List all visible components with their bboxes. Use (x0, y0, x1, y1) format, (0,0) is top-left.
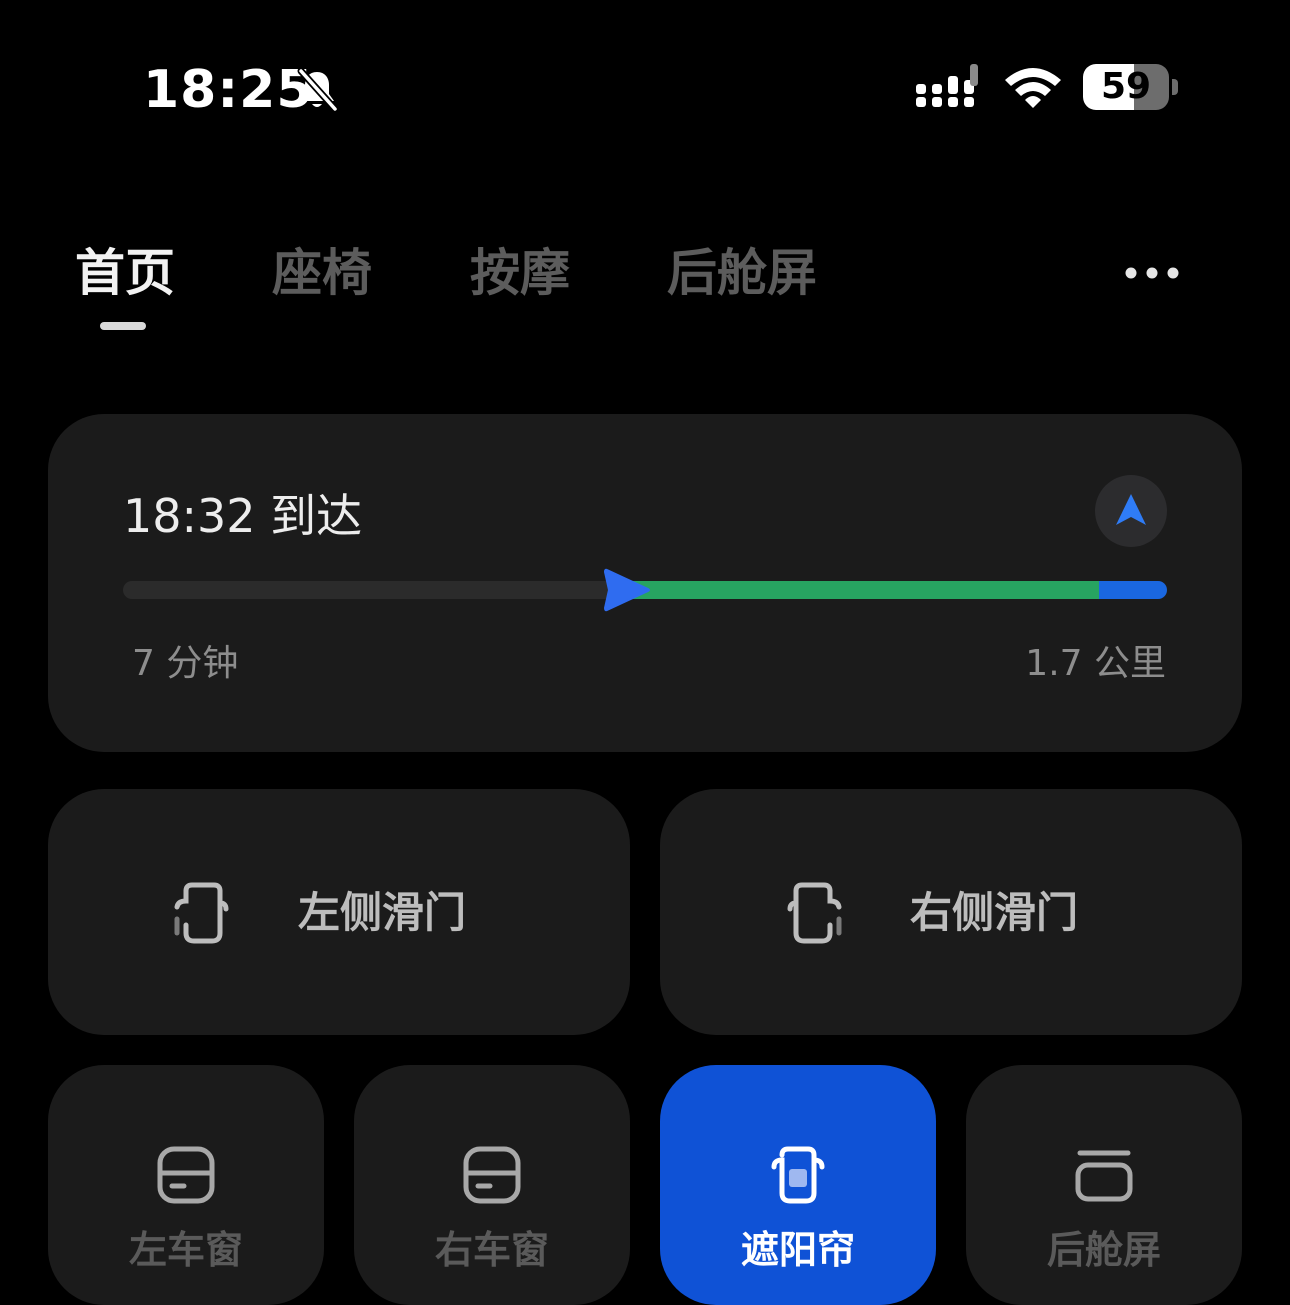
left-window-button[interactable]: 左车窗 (48, 1065, 324, 1305)
battery-indicator: 59 (1083, 64, 1179, 110)
active-tab-indicator (100, 322, 146, 330)
remaining-time: 7 分钟 (132, 643, 239, 684)
left-sliding-door-label: 左侧滑门 (298, 888, 467, 937)
route-progress-blue (1099, 581, 1167, 599)
remaining-distance: 1.7 公里 (1025, 643, 1166, 684)
left-sliding-door-icon (174, 882, 229, 944)
route-progress-green (624, 581, 1100, 599)
navigation-arrow-icon (1116, 494, 1146, 525)
navigation-card[interactable]: 18:32 到达 7 分钟 1.7 公里 (48, 414, 1242, 752)
left-window-label: 左车窗 (128, 1228, 243, 1272)
bell-muted-icon (297, 67, 339, 113)
eta-text: 18:32 到达 (123, 489, 363, 543)
tab-seats[interactable]: 座椅 (272, 240, 372, 306)
battery-body: 59 (1083, 64, 1169, 110)
right-window-label: 右车窗 (434, 1228, 549, 1272)
right-sliding-door-icon (787, 882, 842, 944)
sunshade-button[interactable]: 遮阳帘 (660, 1065, 936, 1305)
tab-massage[interactable]: 按摩 (470, 240, 570, 306)
status-time: 18:25 (143, 60, 314, 120)
right-sliding-door-button[interactable]: 右侧滑门 (660, 789, 1242, 1035)
right-sliding-door-label: 右侧滑门 (910, 888, 1079, 937)
tab-home[interactable]: 首页 (75, 240, 175, 306)
more-icon[interactable] (1120, 258, 1184, 288)
battery-percent: 59 (1100, 66, 1152, 107)
sunshade-icon (771, 1146, 825, 1204)
rear-screen-button[interactable]: 后舱屏 (966, 1065, 1242, 1305)
signal-icon (916, 64, 978, 107)
right-window-button[interactable]: 右车窗 (354, 1065, 630, 1305)
window-icon (157, 1146, 215, 1204)
window-icon (463, 1146, 521, 1204)
status-bar: 18:25 59 (0, 0, 1290, 170)
tab-rear-screen[interactable]: 后舱屏 (667, 240, 817, 306)
car-position-marker-icon (604, 568, 651, 612)
battery-tip (1172, 79, 1178, 95)
sunshade-label: 遮阳帘 (740, 1228, 855, 1272)
navigation-button[interactable] (1095, 475, 1167, 547)
rear-screen-icon (1075, 1150, 1133, 1202)
wifi-icon (1005, 68, 1061, 108)
left-sliding-door-button[interactable]: 左侧滑门 (48, 789, 630, 1035)
rear-screen-label: 后舱屏 (1046, 1228, 1161, 1272)
